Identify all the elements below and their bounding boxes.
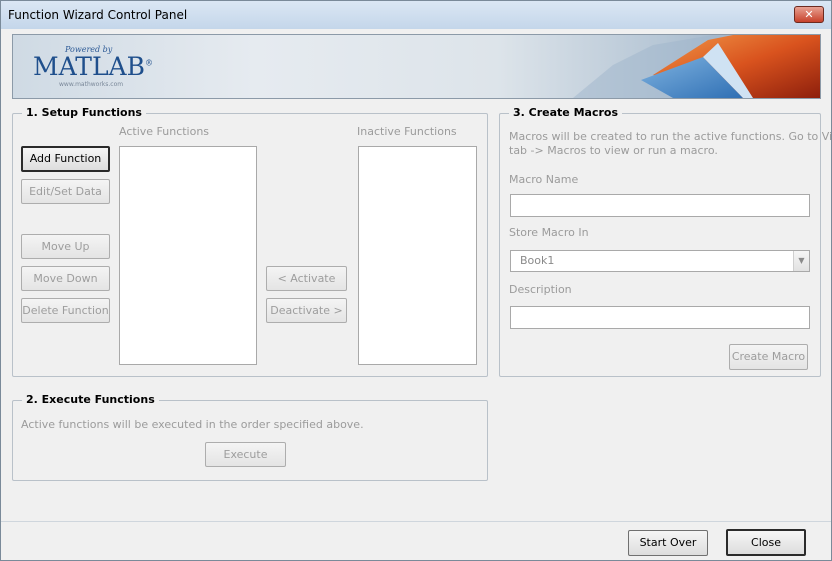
edit-set-data-button[interactable]: Edit/Set Data: [21, 179, 110, 204]
store-macro-in-value: Book1: [520, 254, 555, 267]
start-over-button[interactable]: Start Over: [628, 530, 708, 556]
add-function-button[interactable]: Add Function: [21, 146, 110, 172]
execute-info-text: Active functions will be executed in the…: [21, 418, 364, 431]
deactivate-button[interactable]: Deactivate >: [266, 298, 347, 323]
inactive-functions-list[interactable]: [358, 146, 477, 365]
active-functions-label: Active Functions: [119, 125, 210, 138]
activate-button[interactable]: < Activate: [266, 266, 347, 291]
move-up-button[interactable]: Move Up: [21, 234, 110, 259]
close-window-button[interactable]: ✕: [794, 6, 824, 23]
chevron-down-icon[interactable]: ▼: [793, 251, 809, 271]
create-macro-button[interactable]: Create Macro: [729, 344, 808, 370]
close-icon: ✕: [804, 8, 814, 21]
description-input[interactable]: [510, 306, 810, 329]
execute-functions-title: 2. Execute Functions: [22, 393, 159, 406]
close-button[interactable]: Close: [726, 529, 806, 556]
active-functions-list[interactable]: [119, 146, 257, 365]
matlab-banner: Powered by MATLAB® www.mathworks.com: [12, 34, 821, 99]
store-macro-in-label: Store Macro In: [509, 226, 589, 239]
store-macro-in-select[interactable]: Book1 ▼: [510, 250, 810, 272]
footer-divider: [1, 521, 831, 522]
macros-info-line-1: Macros will be created to run the active…: [509, 130, 832, 143]
setup-functions-title: 1. Setup Functions: [22, 106, 146, 119]
matlab-logo-text: MATLAB: [33, 52, 145, 81]
create-macros-title: 3. Create Macros: [509, 106, 623, 119]
mathworks-url: www.mathworks.com: [59, 81, 124, 88]
execute-button[interactable]: Execute: [205, 442, 286, 467]
execute-functions-group: 2. Execute Functions: [12, 393, 488, 481]
delete-function-button[interactable]: Delete Function: [21, 298, 110, 323]
move-down-button[interactable]: Move Down: [21, 266, 110, 291]
inactive-functions-label: Inactive Functions: [357, 125, 457, 138]
function-wizard-window: Function Wizard Control Panel ✕ Powered …: [0, 0, 832, 561]
description-label: Description: [509, 283, 572, 296]
window-title: Function Wizard Control Panel: [8, 8, 188, 22]
macros-info-line-2: tab -> Macros to view or run a macro.: [509, 144, 718, 157]
registered-mark: ®: [145, 58, 153, 68]
title-bar: Function Wizard Control Panel ✕: [1, 1, 831, 29]
macro-name-label: Macro Name: [509, 173, 579, 186]
matlab-logo: MATLAB®: [33, 52, 153, 81]
macro-name-input[interactable]: [510, 194, 810, 217]
